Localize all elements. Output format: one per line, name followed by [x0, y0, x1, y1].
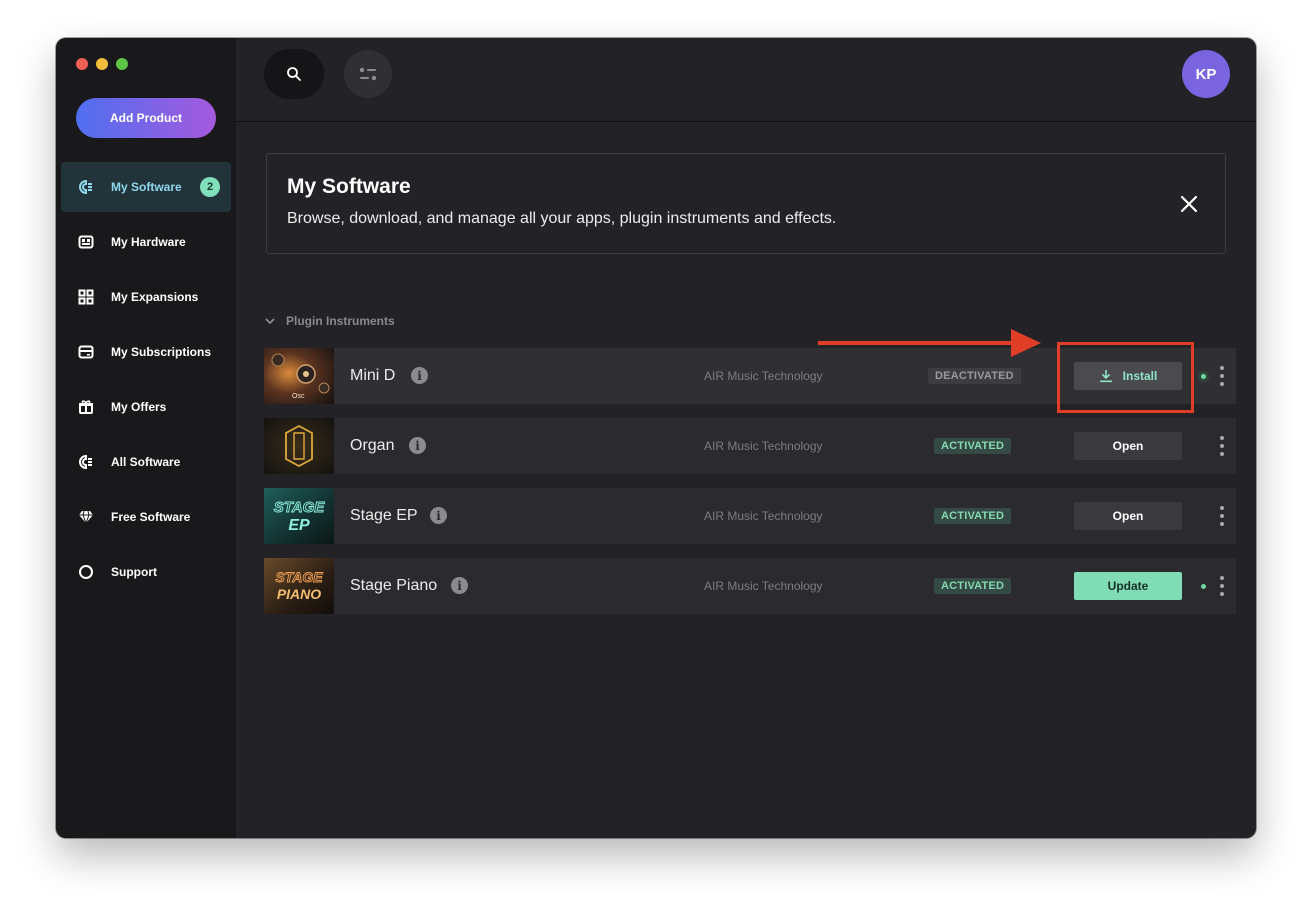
- page-description: Browse, download, and manage all your ap…: [287, 210, 837, 227]
- product-row: Organ i AIR Music Technology ACTIVATED O…: [264, 418, 1236, 474]
- status-badge: ACTIVATED: [934, 438, 1012, 454]
- sidebar: Add Product My Software 2 My Hardware My: [56, 38, 236, 838]
- info-icon[interactable]: i: [409, 437, 426, 454]
- status-badge: ACTIVATED: [934, 508, 1012, 524]
- add-product-button[interactable]: Add Product: [76, 98, 216, 138]
- expansions-grid-icon: [77, 288, 95, 306]
- product-vendor: AIR Music Technology: [704, 509, 823, 523]
- info-icon[interactable]: i: [451, 577, 468, 594]
- product-row: STAGE PIANO Stage Piano i AIR Music Tech…: [264, 558, 1236, 614]
- maximize-window-button[interactable]: [116, 58, 128, 70]
- sidebar-item-label: My Hardware: [111, 235, 186, 249]
- status-dot: [1198, 371, 1209, 382]
- sidebar-item-my-software[interactable]: My Software 2: [61, 162, 231, 212]
- main-content: KP My Software Browse, download, and man…: [236, 38, 1256, 838]
- sidebar-item-support[interactable]: Support: [61, 547, 231, 597]
- chevron-down-icon: [265, 318, 275, 325]
- sidebar-item-free-software[interactable]: Free Software: [61, 492, 231, 542]
- window-controls: [76, 58, 128, 70]
- annotation-arrow: [818, 329, 1041, 357]
- sidebar-item-my-offers[interactable]: My Offers: [61, 382, 231, 432]
- status-badge: ACTIVATED: [934, 578, 1012, 594]
- close-window-button[interactable]: [76, 58, 88, 70]
- hardware-icon: [77, 233, 95, 251]
- sidebar-item-label: My Subscriptions: [111, 345, 212, 359]
- minimize-window-button[interactable]: [96, 58, 108, 70]
- more-options-button[interactable]: [1217, 576, 1227, 596]
- diamond-icon: [77, 508, 95, 526]
- filter-button[interactable]: [344, 50, 392, 98]
- sidebar-item-label: My Expansions: [111, 290, 199, 304]
- software-icon: [77, 178, 95, 196]
- thumbnail-text: Osc: [292, 393, 305, 400]
- subscriptions-icon: [77, 343, 95, 361]
- thumbnail-text: STAGE: [275, 569, 323, 585]
- annotation-highlight-box: [1057, 342, 1194, 413]
- sidebar-item-all-software[interactable]: All Software: [61, 437, 231, 487]
- user-avatar[interactable]: KP: [1182, 50, 1230, 98]
- update-button[interactable]: Update: [1074, 572, 1182, 600]
- sidebar-item-my-subscriptions[interactable]: My Subscriptions: [61, 327, 231, 377]
- open-button[interactable]: Open: [1074, 502, 1182, 530]
- status-badge: DEACTIVATED: [928, 368, 1021, 384]
- thumbnail-text: PIANO: [277, 586, 321, 602]
- sidebar-item-label: Support: [111, 565, 157, 579]
- count-badge: 2: [200, 177, 220, 197]
- sidebar-item-label: Free Software: [111, 510, 191, 524]
- product-thumbnail: STAGE PIANO: [264, 558, 334, 614]
- top-bar: KP: [236, 38, 1256, 122]
- section-toggle-plugin-instruments[interactable]: Plugin Instruments: [264, 314, 395, 328]
- more-options-button[interactable]: [1217, 436, 1227, 456]
- close-banner-button[interactable]: [1179, 194, 1199, 214]
- open-button[interactable]: Open: [1074, 432, 1182, 460]
- thumbnail-text: STAGE: [274, 499, 326, 516]
- sidebar-item-my-hardware[interactable]: My Hardware: [61, 217, 231, 267]
- section-label: Plugin Instruments: [286, 314, 395, 328]
- support-circle-icon: [77, 563, 95, 581]
- status-dot: [1201, 584, 1206, 589]
- product-name: Organ: [350, 437, 395, 454]
- search-button[interactable]: [264, 49, 324, 99]
- app-window: Add Product My Software 2 My Hardware My: [56, 38, 1256, 838]
- sidebar-item-my-expansions[interactable]: My Expansions: [61, 272, 231, 322]
- product-row: STAGE EP Stage EP i AIR Music Technology…: [264, 488, 1236, 544]
- sidebar-nav: My Software 2 My Hardware My Expansions: [61, 162, 231, 602]
- product-name: Stage Piano: [350, 577, 438, 594]
- sliders-icon: [359, 67, 377, 81]
- product-name: Mini D: [350, 367, 396, 384]
- product-name: Stage EP: [350, 507, 418, 524]
- more-options-button[interactable]: [1217, 506, 1227, 526]
- sidebar-item-label: My Software: [111, 180, 182, 194]
- product-vendor: AIR Music Technology: [704, 369, 823, 383]
- software-icon: [77, 453, 95, 471]
- sidebar-item-label: All Software: [111, 455, 181, 469]
- info-icon[interactable]: i: [411, 367, 428, 384]
- close-icon: [1180, 195, 1198, 213]
- product-thumbnail: [264, 418, 334, 474]
- product-vendor: AIR Music Technology: [704, 579, 823, 593]
- product-thumbnail: STAGE EP: [264, 488, 334, 544]
- search-icon: [287, 67, 301, 81]
- info-icon[interactable]: i: [430, 507, 447, 524]
- gift-icon: [77, 398, 95, 416]
- sidebar-item-label: My Offers: [111, 400, 167, 414]
- more-options-button[interactable]: [1217, 366, 1227, 386]
- thumbnail-text: EP: [288, 517, 310, 534]
- product-vendor: AIR Music Technology: [704, 439, 823, 453]
- product-thumbnail: Osc: [264, 348, 334, 404]
- page-title: My Software: [287, 175, 411, 198]
- info-banner: My Software Browse, download, and manage…: [266, 153, 1226, 254]
